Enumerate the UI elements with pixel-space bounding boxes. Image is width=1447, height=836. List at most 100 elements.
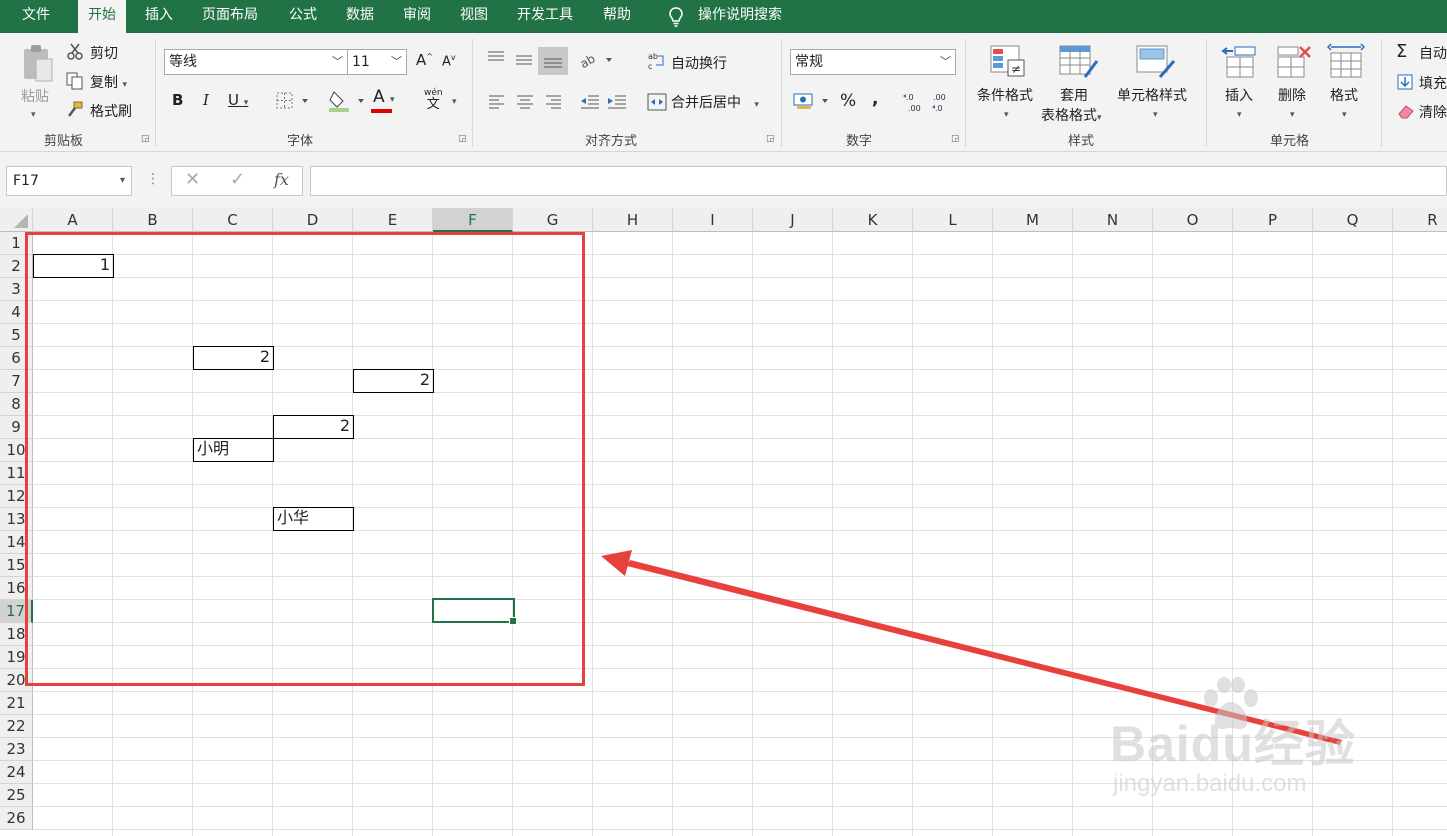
insert-function-button[interactable]: fx bbox=[274, 170, 289, 189]
phonetic-dropdown[interactable]: ▾ bbox=[452, 92, 457, 108]
align-bottom-button[interactable] bbox=[538, 47, 568, 75]
row-header-4[interactable]: 4 bbox=[0, 301, 33, 324]
insert-cells-caret[interactable]: ▾ bbox=[1237, 105, 1242, 121]
column-header-J[interactable]: J bbox=[753, 208, 833, 232]
row-header-14[interactable]: 14 bbox=[0, 531, 33, 554]
column-header-Q[interactable]: Q bbox=[1313, 208, 1393, 232]
column-header-R[interactable]: R bbox=[1393, 208, 1447, 232]
wrap-text-button[interactable]: 自动换行 bbox=[671, 53, 727, 73]
delete-cells-caret[interactable]: ▾ bbox=[1290, 105, 1295, 121]
font-color-button[interactable]: A ▾ bbox=[373, 87, 395, 107]
menu-help[interactable]: 帮助 bbox=[603, 0, 631, 33]
insert-cells-button[interactable]: 插入 bbox=[1225, 85, 1253, 105]
number-launcher-icon[interactable]: ◲ bbox=[951, 134, 960, 144]
row-header-13[interactable]: 13 bbox=[0, 508, 33, 531]
cell-E7[interactable]: 2 bbox=[353, 369, 434, 393]
cell-C6[interactable]: 2 bbox=[193, 346, 274, 370]
menu-developer[interactable]: 开发工具 bbox=[517, 0, 573, 33]
merge-center-button[interactable]: 合并后居中 ▾ bbox=[671, 92, 759, 112]
row-header-1[interactable]: 1 bbox=[0, 232, 33, 255]
column-header-C[interactable]: C bbox=[193, 208, 273, 232]
column-header-H[interactable]: H bbox=[593, 208, 673, 232]
row-header-16[interactable]: 16 bbox=[0, 577, 33, 600]
name-box[interactable]: F17 ▾ bbox=[6, 166, 132, 196]
menu-data[interactable]: 数据 bbox=[346, 0, 374, 33]
cell-C10[interactable]: 小明 bbox=[193, 438, 274, 462]
column-header-B[interactable]: B bbox=[113, 208, 193, 232]
bold-button[interactable]: B bbox=[172, 91, 183, 109]
row-header-18[interactable]: 18 bbox=[0, 623, 33, 646]
row-header-23[interactable]: 23 bbox=[0, 738, 33, 761]
format-painter-button[interactable]: 格式刷 bbox=[90, 101, 132, 121]
row-header-6[interactable]: 6 bbox=[0, 347, 33, 370]
format-cells-button[interactable]: 格式 bbox=[1330, 85, 1358, 105]
column-header-M[interactable]: M bbox=[993, 208, 1073, 232]
format-as-table-button[interactable]: 表格格式▾ bbox=[1041, 105, 1102, 125]
row-header-12[interactable]: 12 bbox=[0, 485, 33, 508]
column-header-O[interactable]: O bbox=[1153, 208, 1233, 232]
row-header-21[interactable]: 21 bbox=[0, 692, 33, 715]
percent-button[interactable]: % bbox=[840, 91, 856, 111]
clear-button[interactable]: 清除 bbox=[1419, 102, 1447, 122]
align-center-icon[interactable] bbox=[516, 93, 534, 113]
menu-view[interactable]: 视图 bbox=[460, 0, 488, 33]
column-header-P[interactable]: P bbox=[1233, 208, 1313, 232]
worksheet-grid[interactable]: ABCDEFGHIJKLMNOPQR 1 2 3 4 5 6 7 8 9 10 11 12 13 14 15… bbox=[0, 208, 1447, 836]
decrease-decimal-icon[interactable]: .00.0 bbox=[930, 91, 952, 117]
phonetic-guide-button[interactable]: wén 文 bbox=[424, 89, 443, 112]
column-header-I[interactable]: I bbox=[673, 208, 753, 232]
cell-D13[interactable]: 小华 bbox=[273, 507, 354, 531]
align-right-icon[interactable] bbox=[544, 93, 562, 113]
row-header-10[interactable]: 10 bbox=[0, 439, 33, 462]
row-header-19[interactable]: 19 bbox=[0, 646, 33, 669]
comma-button[interactable]: , bbox=[872, 89, 878, 109]
underline-button[interactable]: U ▾ bbox=[228, 91, 248, 109]
confirm-entry-icon[interactable]: ✓ bbox=[230, 169, 245, 190]
cell-D9[interactable]: 2 bbox=[273, 415, 354, 439]
column-header-D[interactable]: D bbox=[273, 208, 353, 232]
row-header-11[interactable]: 11 bbox=[0, 462, 33, 485]
conditional-formatting-button[interactable]: 条件格式 bbox=[977, 85, 1033, 105]
decrease-indent-icon[interactable] bbox=[580, 93, 600, 113]
row-header-9[interactable]: 9 bbox=[0, 416, 33, 439]
copy-button[interactable]: 复制 ▾ bbox=[90, 72, 127, 92]
cut-button[interactable]: 剪切 bbox=[90, 43, 118, 63]
grow-font-button[interactable]: A^ bbox=[416, 51, 433, 69]
menu-review[interactable]: 审阅 bbox=[403, 0, 431, 33]
column-header-F[interactable]: F bbox=[433, 208, 513, 232]
paste-button[interactable] bbox=[20, 43, 56, 89]
number-format-combo[interactable]: 常规 ﹀ bbox=[790, 49, 956, 75]
menu-file[interactable]: 文件 bbox=[22, 0, 50, 33]
column-header-L[interactable]: L bbox=[913, 208, 993, 232]
active-cell-F17[interactable] bbox=[432, 598, 517, 625]
menu-home[interactable]: 开始 bbox=[78, 0, 126, 34]
shrink-font-button[interactable]: Av bbox=[442, 53, 456, 69]
font-launcher-icon[interactable]: ◲ bbox=[458, 134, 467, 144]
clipboard-launcher-icon[interactable]: ◲ bbox=[141, 134, 150, 144]
row-header-20[interactable]: 20 bbox=[0, 669, 33, 692]
row-header-15[interactable]: 15 bbox=[0, 554, 33, 577]
align-left-icon[interactable] bbox=[488, 93, 506, 113]
select-all-button[interactable] bbox=[0, 208, 33, 232]
row-header-8[interactable]: 8 bbox=[0, 393, 33, 416]
align-top-icon[interactable] bbox=[486, 49, 506, 69]
menu-formulas[interactable]: 公式 bbox=[289, 0, 317, 33]
orientation-icon[interactable]: ab bbox=[578, 51, 614, 73]
row-header-22[interactable]: 22 bbox=[0, 715, 33, 738]
row-header-7[interactable]: 7 bbox=[0, 370, 33, 393]
paste-label[interactable]: 粘贴 bbox=[21, 86, 49, 106]
align-middle-icon[interactable] bbox=[514, 51, 534, 71]
alignment-launcher-icon[interactable]: ◲ bbox=[766, 134, 775, 144]
fill-color-icon[interactable] bbox=[328, 89, 370, 117]
font-name-combo[interactable]: 等线 ﹀ bbox=[164, 49, 348, 75]
column-header-E[interactable]: E bbox=[353, 208, 433, 232]
increase-indent-icon[interactable] bbox=[607, 93, 627, 113]
column-header-G[interactable]: G bbox=[513, 208, 593, 232]
fill-button[interactable]: 填充 bbox=[1419, 73, 1447, 93]
cell-styles-button[interactable]: 单元格样式 bbox=[1117, 85, 1187, 105]
conditional-formatting-caret[interactable]: ▾ bbox=[1004, 105, 1009, 121]
delete-cells-button[interactable]: 删除 bbox=[1278, 85, 1306, 105]
column-header-N[interactable]: N bbox=[1073, 208, 1153, 232]
menu-insert[interactable]: 插入 bbox=[145, 0, 173, 33]
row-header-3[interactable]: 3 bbox=[0, 278, 33, 301]
